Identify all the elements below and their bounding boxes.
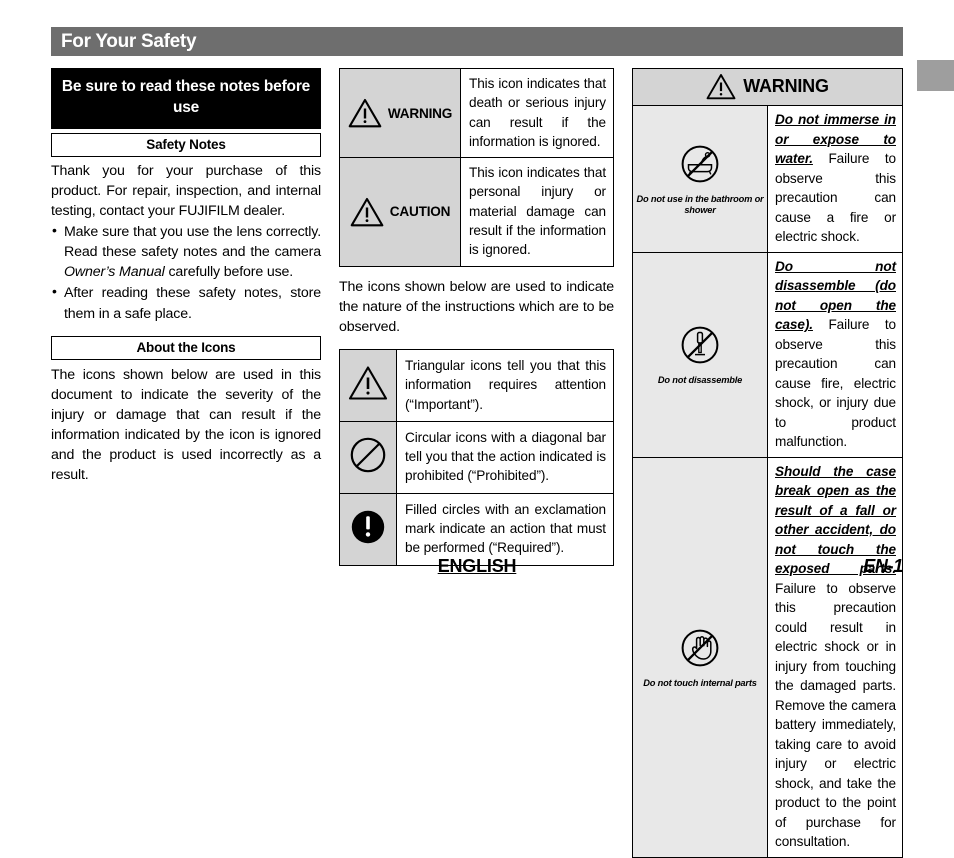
no-disassemble-screwdriver-icon (677, 322, 723, 368)
table-row: CAUTION This icon indicates that persona… (339, 157, 614, 267)
warning-text-cell: Should the case break open as the result… (767, 456, 903, 858)
warning-table-header-label: WARNING (743, 76, 829, 96)
list-item: • After reading these safety notes, store… (51, 283, 321, 323)
instruction-description-cell: Filled circles with an exclamation mark … (396, 492, 614, 566)
warning-icon-caption: Do not use in the bathroom or shower (636, 194, 764, 216)
warning-triangle-icon (348, 98, 382, 128)
warning-triangle-icon (350, 197, 384, 227)
bullet-text-before: After reading these safety notes, store … (64, 285, 321, 322)
instruction-description-cell: Triangular icons tell you that this info… (396, 348, 614, 422)
page-edge-tab-marker (917, 60, 954, 91)
table-row: Do not use in the bathroom or shower Do … (632, 105, 903, 253)
instruction-description-cell: Circular icons with a diagonal bar tell … (396, 420, 614, 494)
warning-text-cell: Do not disassemble (do not open the case… (767, 251, 903, 458)
warning-body-text: Failure to observe this precaution could… (775, 580, 896, 850)
warning-notices-table: WARNING Do not use in the bathroom or sh… (632, 68, 903, 858)
warning-icon-cell: Do not disassemble (632, 251, 768, 458)
instruction-icon-cell (339, 348, 397, 422)
severity-label-text: WARNING (387, 105, 453, 121)
severity-label-cell-caution: CAUTION (339, 157, 461, 267)
bullet-text-before: Make sure that you use the lens correctl… (64, 224, 321, 261)
table-row: WARNING This icon indicates that death o… (339, 67, 614, 159)
warning-icon-cell: Do not touch internal parts (632, 456, 768, 858)
bullet-dot-icon: • (52, 222, 57, 239)
safety-notes-intro-paragraph: Thank you for your purchase of this prod… (51, 162, 321, 220)
footer-language-label: ENGLISH (437, 556, 517, 576)
severity-label-cell-warning: WARNING (339, 67, 461, 159)
middle-column: WARNING This icon indicates that death o… (339, 67, 614, 566)
instruction-icon-cell (339, 492, 397, 566)
table-row: Circular icons with a diagonal bar tell … (339, 420, 614, 494)
instruction-icons-intro-paragraph: The icons shown below are used to indica… (339, 278, 614, 335)
warning-icon-caption: Do not disassemble (657, 375, 743, 386)
no-touch-hand-icon (677, 625, 723, 671)
bullet-dot-icon: • (52, 283, 57, 300)
left-column: Be sure to read these notes before use S… (51, 68, 321, 485)
list-item: • Make sure that you use the lens correct… (51, 222, 321, 282)
severity-description-cell: This icon indicates that death or seriou… (460, 67, 614, 159)
table-row: Do not disassemble Do not disassemble (d… (632, 251, 903, 458)
warning-body-text: Failure to observe this precaution can c… (775, 317, 896, 449)
about-the-icons-heading: About the Icons (51, 335, 321, 360)
read-notes-banner: Be sure to read these notes before use (51, 68, 321, 129)
bullet-text-italic: Owner’s Manual (64, 264, 165, 281)
right-column: WARNING Do not use in the bathroom or sh… (632, 68, 903, 858)
warning-text-cell: Do not immerse in or expose to water. Fa… (767, 105, 903, 253)
table-row: Do not touch internal parts Should the c… (632, 456, 903, 858)
safety-notes-heading: Safety Notes (51, 132, 321, 157)
table-row: Triangular icons tell you that this info… (339, 348, 614, 422)
severity-label-text: CAUTION (389, 204, 451, 220)
warning-icon-caption: Do not touch internal parts (643, 677, 757, 688)
page-header-bar: For Your Safety (51, 27, 903, 56)
bullet-text-after: carefully before use. (164, 264, 294, 281)
footer-page-number: EN-1 (863, 556, 903, 576)
severity-levels-table: WARNING This icon indicates that death o… (339, 67, 614, 267)
prohibited-circle-slash-icon (349, 436, 387, 474)
warning-table-header-cell: WARNING (632, 68, 903, 106)
table-row: Filled circles with an exclamation mark … (339, 492, 614, 566)
severity-description-cell: This icon indicates that personal injury… (460, 157, 614, 267)
instruction-icons-table: Triangular icons tell you that this info… (339, 348, 614, 566)
about-the-icons-paragraph: The icons shown below are used in this d… (51, 366, 321, 484)
table-row: WARNING (632, 68, 903, 106)
required-filled-exclamation-icon (349, 508, 387, 546)
instruction-icon-cell (339, 420, 397, 494)
no-bathtub-icon (677, 141, 723, 187)
warning-icon-cell: Do not use in the bathroom or shower (632, 105, 768, 253)
page-title: For Your Safety (61, 31, 197, 52)
warning-triangle-icon (706, 73, 736, 100)
warning-triangle-icon (348, 365, 388, 401)
safety-notes-bullet-list: • Make sure that you use the lens correct… (51, 222, 321, 323)
